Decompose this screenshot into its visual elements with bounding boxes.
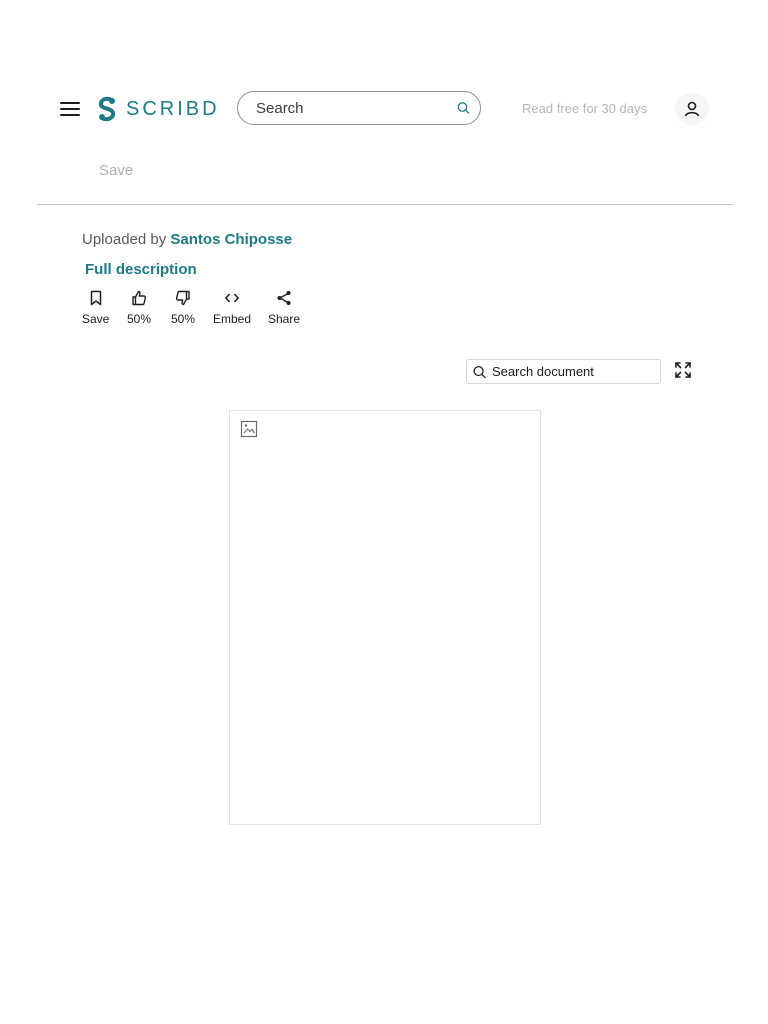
read-free-link[interactable]: Read free for 30 days: [522, 101, 647, 116]
logo-text: SCRIBD: [126, 97, 220, 120]
thumbs-up-icon: [132, 290, 147, 306]
document-search[interactable]: [466, 359, 661, 384]
account-button[interactable]: [675, 93, 709, 125]
scribd-logo[interactable]: SCRIBD: [96, 94, 220, 124]
divider: [37, 204, 734, 205]
menu-button[interactable]: [58, 96, 82, 122]
action-label: Share: [268, 312, 301, 326]
search-input[interactable]: [254, 98, 457, 118]
code-icon: [225, 293, 239, 303]
share-icon: [277, 291, 291, 305]
user-icon: [684, 101, 700, 117]
search-icon: [473, 365, 486, 378]
action-share[interactable]: Share: [268, 290, 300, 326]
action-save[interactable]: Save: [82, 290, 109, 326]
action-label: 50%: [127, 312, 152, 326]
full-description-link[interactable]: Full description: [85, 261, 197, 278]
action-label: Save: [82, 312, 110, 326]
fullscreen-button[interactable]: [673, 360, 693, 380]
document-search-input[interactable]: [490, 363, 654, 380]
uploaded-by: Uploaded by Santos Chiposse: [82, 231, 292, 248]
author-link[interactable]: Santos Chiposse: [170, 231, 292, 248]
broken-image-icon: [240, 420, 258, 438]
scribd-logo-icon: [98, 96, 116, 122]
fullscreen-icon: [675, 362, 691, 378]
search-bar[interactable]: [237, 91, 481, 125]
search-icon[interactable]: [457, 98, 470, 118]
uploaded-by-label: Uploaded by: [82, 231, 167, 248]
save-button[interactable]: Save: [99, 162, 133, 179]
action-like[interactable]: 50%: [127, 290, 151, 326]
action-label: 50%: [171, 312, 196, 326]
action-embed[interactable]: Embed: [213, 290, 251, 326]
bookmark-icon: [90, 290, 101, 306]
document-page: [229, 410, 541, 825]
action-label: Embed: [213, 312, 252, 326]
thumbs-down-icon: [175, 290, 190, 306]
action-dislike[interactable]: 50%: [171, 290, 195, 326]
